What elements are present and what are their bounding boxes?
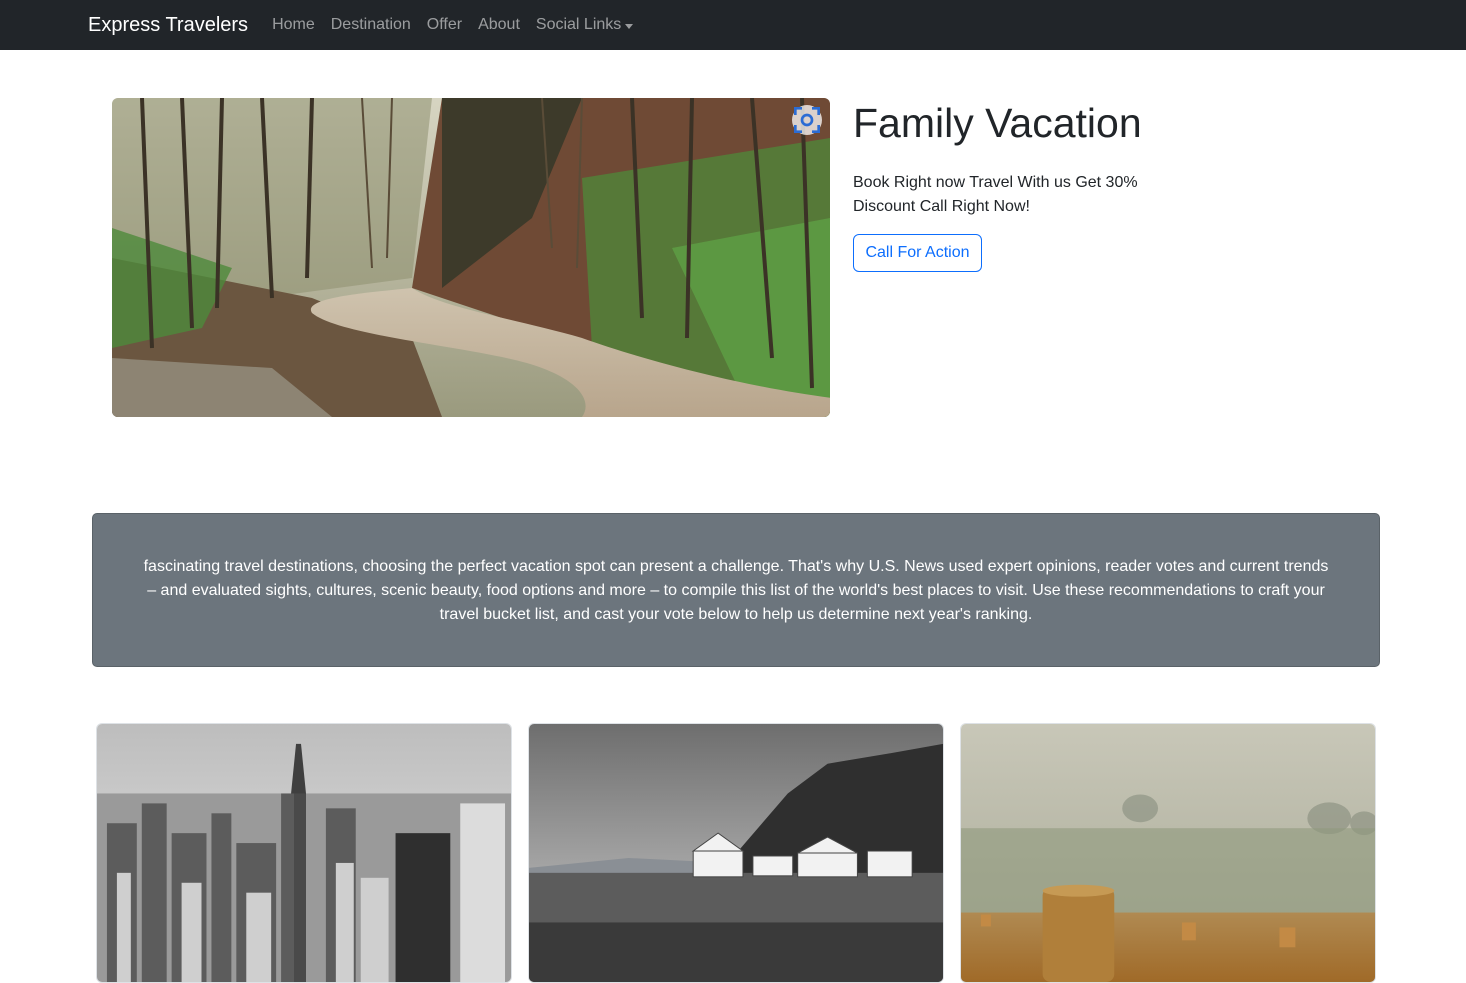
forest-road-illustration [112, 98, 830, 417]
city-skyline-image [97, 724, 511, 982]
nav-dropdown-label: Social Links [535, 16, 622, 33]
hero-description: Book Right now Travel With us Get 30% Di… [853, 174, 1138, 215]
hay-bale-field-image [961, 724, 1375, 982]
hero-image-forest-road [112, 98, 830, 417]
navbar-brand[interactable]: Express Travelers [88, 14, 248, 37]
nav-link-home[interactable]: Home [264, 16, 323, 34]
visual-search-icon[interactable] [792, 105, 822, 135]
coastal-houses-image [529, 724, 943, 982]
destination-card-coast[interactable] [528, 723, 944, 983]
visual-search-glyph [794, 107, 820, 133]
nav-dropdown-social-links[interactable]: Social Links [528, 16, 641, 34]
call-for-action-button[interactable]: Call For Action [853, 234, 982, 272]
caret-down-icon [625, 23, 634, 29]
nav-link-destination[interactable]: Destination [323, 16, 419, 34]
hero-title: Family Vacation [853, 100, 1142, 146]
info-panel: fascinating travel destinations, choosin… [92, 513, 1380, 667]
nav-link-offer[interactable]: Offer [419, 16, 470, 34]
navbar: Express Travelers Home Destination Offer… [0, 0, 1466, 50]
destination-card-field[interactable] [960, 723, 1376, 983]
destination-card-city[interactable] [96, 723, 512, 983]
nav-link-about[interactable]: About [470, 16, 528, 34]
info-panel-text: fascinating travel destinations, choosin… [143, 558, 1329, 623]
